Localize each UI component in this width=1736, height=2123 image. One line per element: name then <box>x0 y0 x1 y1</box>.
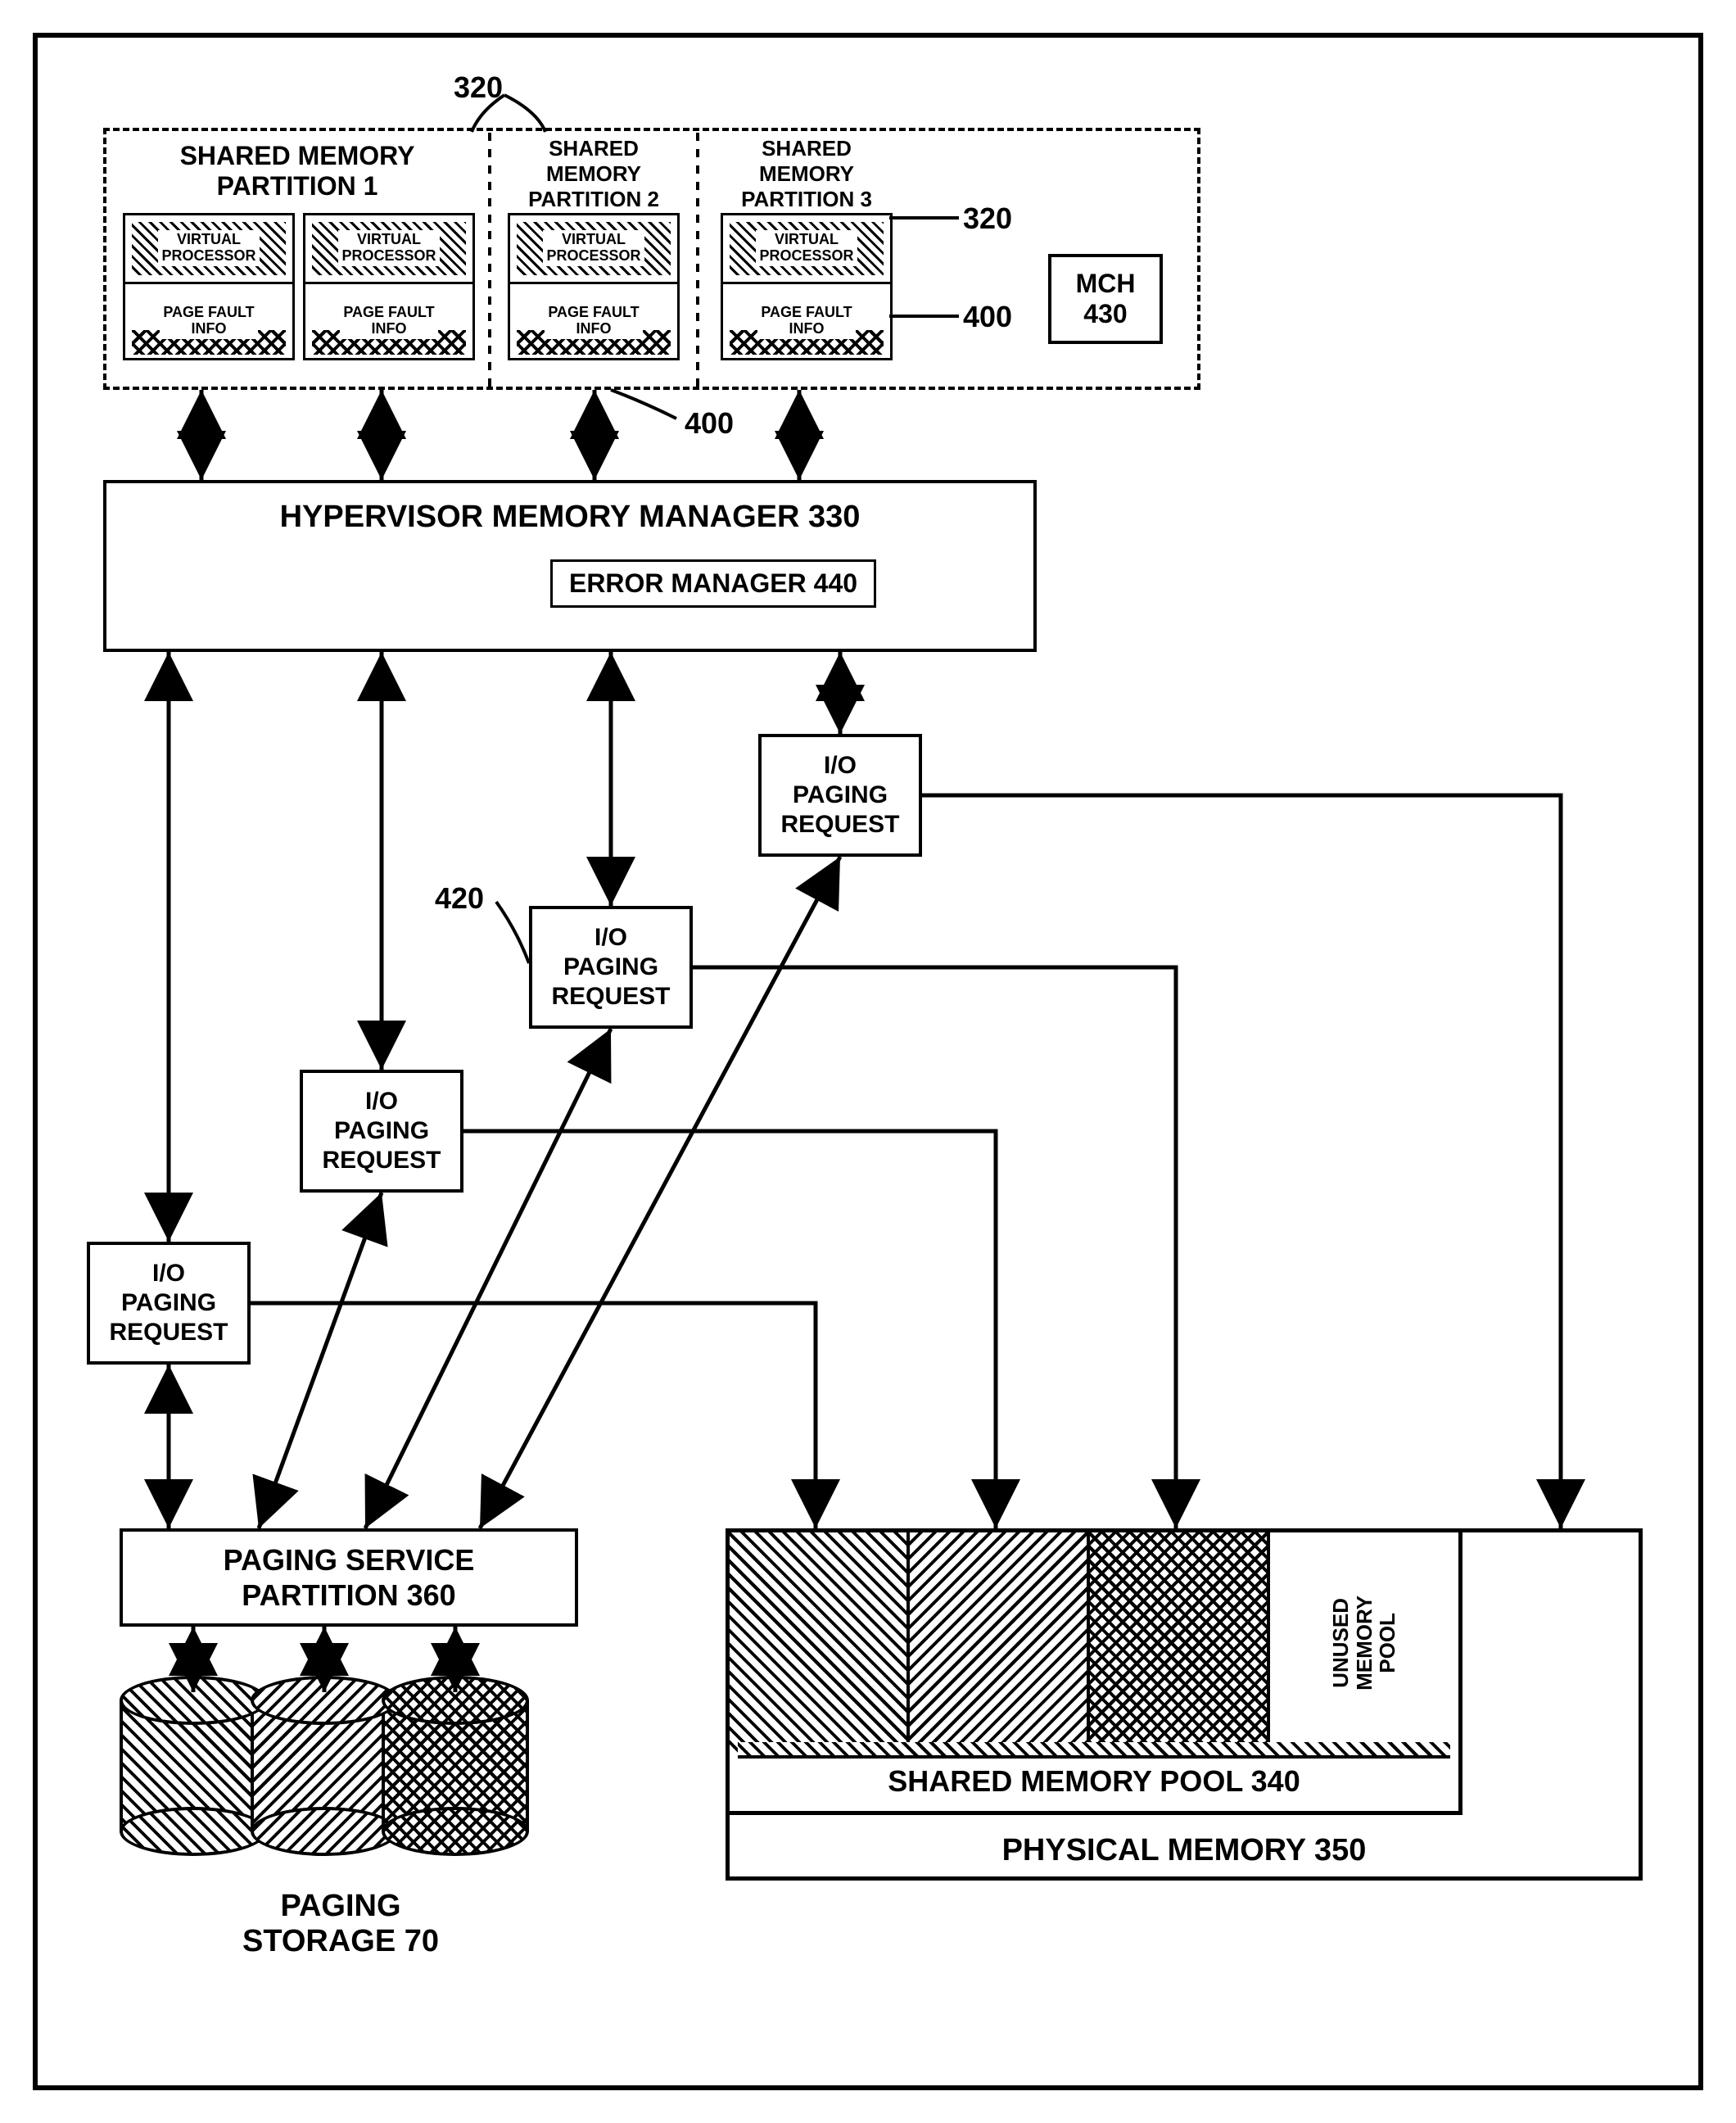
cylinder-3 <box>382 1676 529 1856</box>
error-manager: ERROR MANAGER 440 <box>550 559 876 608</box>
divider-2 <box>696 131 699 387</box>
unused-memory-pool: UNUSED MEMORY POOL <box>1270 1532 1458 1754</box>
io-paging-request-4: I/O PAGING REQUEST <box>758 734 922 857</box>
partition-2-title-l1: SHARED <box>500 136 688 161</box>
partitions-container: SHARED MEMORY PARTITION 1 VIRTUALPROCESS… <box>103 128 1200 390</box>
mch-box: MCH 430 <box>1048 254 1163 344</box>
ref-label-420: 420 <box>435 881 484 916</box>
hmm-title: HYPERVISOR MEMORY MANAGER 330 <box>280 500 861 535</box>
partition-3-title-l3: PARTITION 3 <box>712 187 901 212</box>
diagram-canvas: 320 SHARED MEMORY PARTITION 1 VIRTUALPRO… <box>33 33 1703 2090</box>
divider-1 <box>488 131 491 387</box>
vp-box-3: VIRTUALPROCESSOR PAGE FAULTINFO <box>721 213 893 360</box>
mch-label-l2: 430 <box>1083 299 1127 329</box>
io-paging-request-2: I/O PAGING REQUEST <box>300 1070 463 1193</box>
partition-1: SHARED MEMORY PARTITION 1 <box>121 141 473 201</box>
ref-label-320-right: 320 <box>963 201 1012 236</box>
partition-2-title-l3: PARTITION 2 <box>500 187 688 212</box>
vp-box-2: VIRTUALPROCESSOR PAGE FAULTINFO <box>508 213 680 360</box>
paging-storage-label: PAGING STORAGE 70 <box>234 1889 447 1959</box>
io-paging-request-3: I/O PAGING REQUEST <box>529 906 693 1029</box>
vp-box-1a: VIRTUALPROCESSOR PAGE FAULTINFO <box>123 213 295 360</box>
partition-3-title-l2: MEMORY <box>712 161 901 187</box>
mem-section-3 <box>1090 1532 1270 1754</box>
mem-section-1 <box>730 1532 910 1754</box>
vp-box-1b: VIRTUALPROCESSOR PAGE FAULTINFO <box>303 213 475 360</box>
io-paging-request-1: I/O PAGING REQUEST <box>87 1242 251 1365</box>
mem-section-2 <box>910 1532 1090 1754</box>
ref-label-320-top: 320 <box>454 70 503 105</box>
cylinder-1 <box>120 1676 267 1856</box>
partition-1-title-l1: SHARED MEMORY <box>121 141 473 171</box>
partition-1-title-l2: PARTITION 1 <box>121 171 473 201</box>
partition-3-title-l1: SHARED <box>712 136 901 161</box>
partition-2-title-l2: MEMORY <box>500 161 688 187</box>
ref-label-400-bottom: 400 <box>685 406 734 441</box>
shared-memory-pool: UNUSED MEMORY POOL SHARED MEMORY POOL 34… <box>726 1528 1462 1815</box>
paging-service-partition: PAGING SERVICE PARTITION 360 <box>120 1528 578 1627</box>
mch-label-l1: MCH <box>1076 269 1136 299</box>
hypervisor-memory-manager: HYPERVISOR MEMORY MANAGER 330 ERROR MANA… <box>103 480 1037 652</box>
partition-3: SHARED MEMORY PARTITION 3 <box>712 136 901 212</box>
physical-memory-label: PHYSICAL MEMORY 350 <box>730 1833 1639 1868</box>
partition-2: SHARED MEMORY PARTITION 2 <box>500 136 688 212</box>
shared-pool-label: SHARED MEMORY POOL 340 <box>888 1764 1300 1799</box>
ref-label-400-right: 400 <box>963 300 1012 334</box>
cylinder-2 <box>251 1676 398 1856</box>
